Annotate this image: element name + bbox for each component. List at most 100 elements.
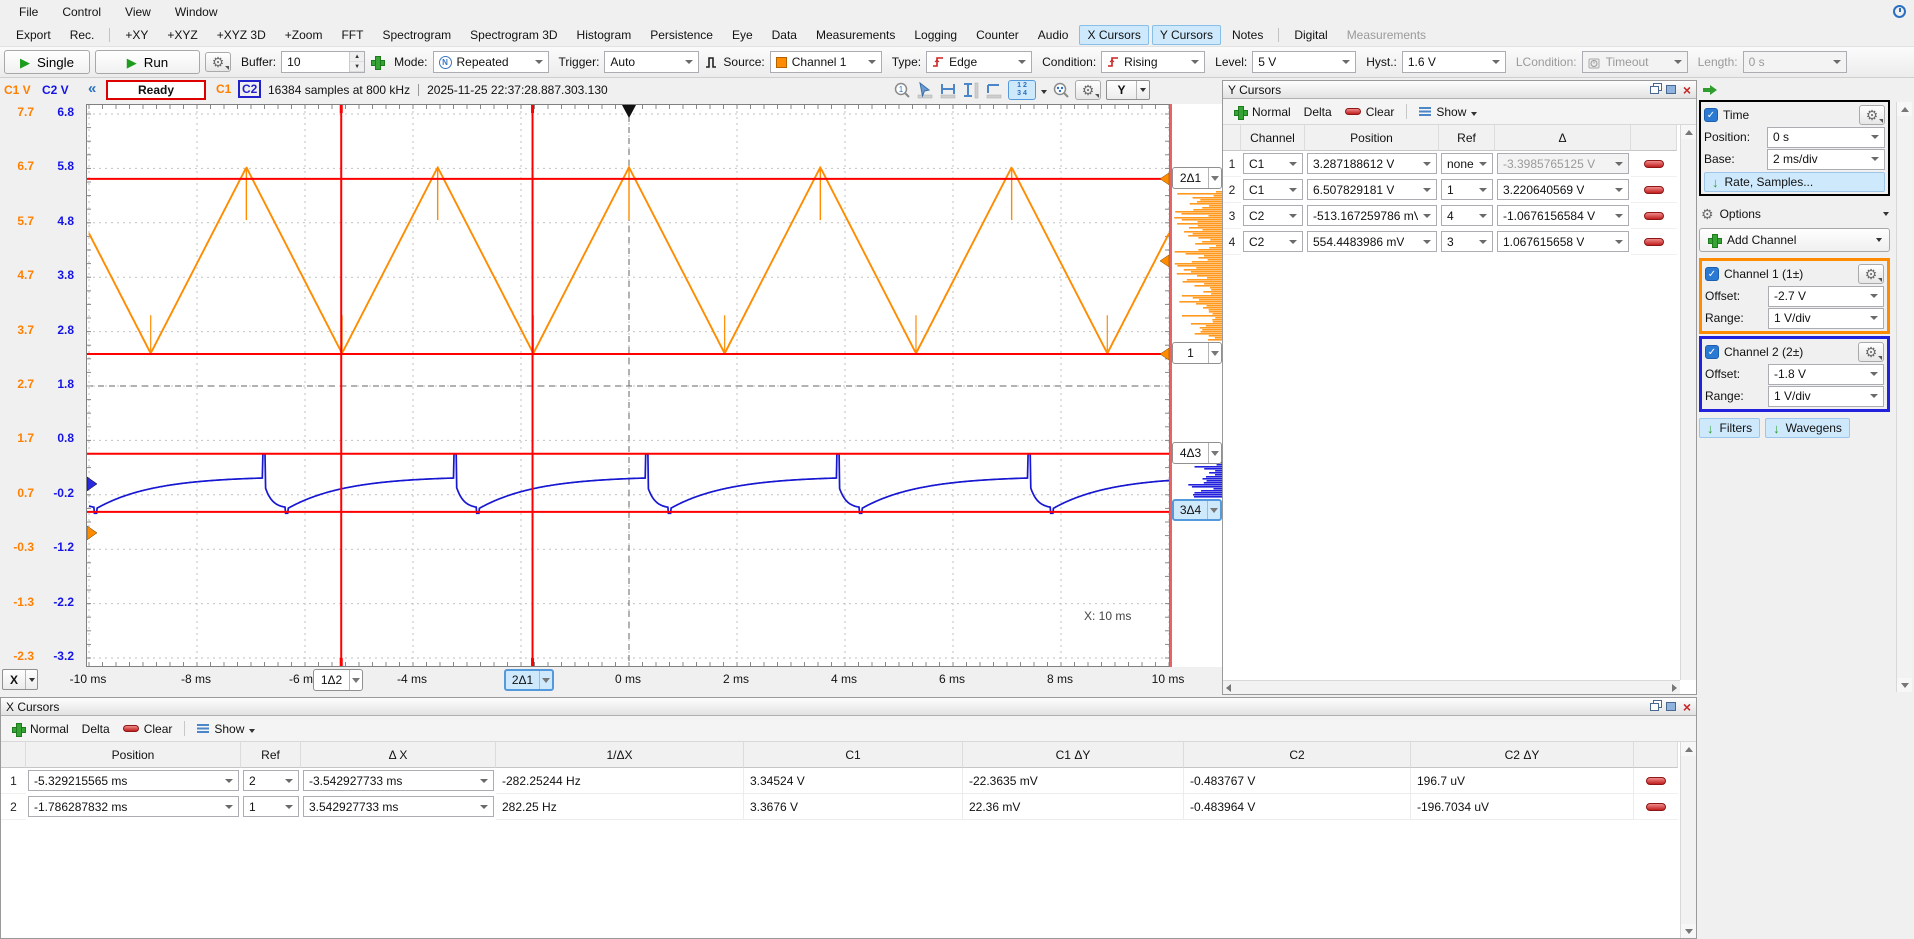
view-tab-histogram[interactable]: Histogram	[569, 25, 640, 45]
view-tab--xyz[interactable]: +XYZ	[159, 25, 205, 45]
cursor-delta-x-select[interactable]: 3.542927733 ms	[303, 796, 494, 817]
cursor-delta-select[interactable]: 1.067615658 V	[1497, 231, 1629, 252]
c2-badge[interactable]: C2	[238, 80, 261, 98]
cursor-delta-select[interactable]: 3.220640569 V	[1497, 179, 1629, 200]
close-icon[interactable]: ×	[1683, 84, 1691, 96]
y-cursor-marker-4[interactable]: 4Δ3	[1172, 442, 1222, 464]
source-select[interactable]: Channel 1	[770, 51, 882, 73]
view-tab-export[interactable]: Export	[8, 25, 59, 45]
view-tab--xyz-3d[interactable]: +XYZ 3D	[209, 25, 274, 45]
pointer-select-icon[interactable]	[916, 81, 934, 99]
view-tab-spectrogram-3d[interactable]: Spectrogram 3D	[462, 25, 565, 45]
channel2-gear-button[interactable]: ⚙	[1858, 342, 1884, 362]
cursor-ref-select[interactable]: 4	[1441, 205, 1493, 226]
menu-window[interactable]: Window	[164, 2, 229, 22]
view-tab-rec-[interactable]: Rec.	[62, 25, 103, 45]
hysteresis-select[interactable]: 1.6 V	[1402, 51, 1506, 73]
cursor-delta-select[interactable]: -1.0676156584 V	[1497, 205, 1629, 226]
view-tab-audio[interactable]: Audio	[1030, 25, 1077, 45]
add-icon[interactable]	[370, 55, 384, 69]
corner-measure-icon[interactable]	[985, 81, 1003, 99]
remove-cursor-button[interactable]	[1644, 160, 1664, 168]
menu-file[interactable]: File	[8, 2, 49, 22]
view-tab-counter[interactable]: Counter	[968, 25, 1027, 45]
view-tab-data[interactable]: Data	[764, 25, 805, 45]
cursor-channel-select[interactable]: C1	[1243, 153, 1303, 174]
y-cursor-marker-1[interactable]: 1	[1172, 342, 1222, 364]
y-cursor-marker-3[interactable]: 3Δ4	[1172, 499, 1222, 521]
quad-view-button[interactable]: 1 23 4	[1008, 80, 1036, 100]
time-checkbox[interactable]: ✓	[1704, 108, 1718, 122]
cursor-channel-select[interactable]: C2	[1243, 205, 1303, 226]
buffer-spinner[interactable]: 10 ▲▼	[281, 51, 365, 73]
cursor-ref-select[interactable]: none	[1441, 153, 1493, 174]
cursor-position-select[interactable]: -513.167259786 mV	[1307, 205, 1437, 226]
wavegens-button[interactable]: ↓Wavegens	[1765, 418, 1850, 438]
channel1-gear-button[interactable]: ⚙	[1858, 264, 1884, 284]
menu-view[interactable]: View	[114, 2, 162, 22]
x-cursor-marker-2[interactable]: 2Δ1	[504, 669, 554, 691]
rate-samples-button[interactable]: ↓Rate, Samples...	[1704, 172, 1885, 192]
view-tab-fft[interactable]: FFT	[333, 25, 371, 45]
chevron-down-icon[interactable]	[1041, 90, 1047, 94]
time-gear-button[interactable]: ⚙	[1859, 105, 1885, 125]
cursor-delta-select[interactable]: -3.3985765125 V	[1497, 153, 1629, 174]
type-select[interactable]: Edge	[926, 51, 1032, 73]
sidebar-scrollbar[interactable]	[1896, 102, 1912, 692]
clear-cursors-button[interactable]: Clear	[1341, 103, 1399, 121]
menu-control[interactable]: Control	[51, 2, 112, 22]
cursor-delta-x-select[interactable]: -3.542927733 ms	[303, 770, 494, 791]
channel2-range-select[interactable]: 1 V/div	[1768, 386, 1884, 407]
single-button[interactable]: ▶Single	[4, 50, 90, 74]
time-base-select[interactable]: 2 ms/div	[1767, 149, 1885, 170]
restore-icon[interactable]	[1650, 703, 1659, 711]
condition-select[interactable]: Rising	[1101, 51, 1205, 73]
zoom-to-icon[interactable]: 1	[893, 81, 911, 99]
time-position-select[interactable]: 0 s	[1767, 127, 1885, 148]
show-menu-button[interactable]: Show	[193, 720, 259, 738]
channel1-range-select[interactable]: 1 V/div	[1768, 308, 1884, 329]
plot-settings-gear-button[interactable]: ⚙	[1075, 80, 1101, 100]
zoom-options-icon[interactable]	[1052, 81, 1070, 99]
view-tab-logging[interactable]: Logging	[906, 25, 965, 45]
channel1-checkbox[interactable]: ✓	[1705, 267, 1719, 281]
view-tab--zoom[interactable]: +Zoom	[277, 25, 331, 45]
cursor-channel-select[interactable]: C1	[1243, 179, 1303, 200]
cursor-ref-select[interactable]: 1	[243, 796, 299, 817]
restore-icon[interactable]	[1650, 86, 1659, 94]
collapse-left-icon[interactable]: «	[88, 80, 96, 97]
view-tab-x-cursors[interactable]: X Cursors	[1079, 25, 1148, 45]
horizontal-measure-icon[interactable]	[939, 81, 957, 99]
y-axis-button[interactable]: Y	[1106, 80, 1150, 100]
y-cursors-titlebar[interactable]: Y Cursors ×	[1223, 81, 1696, 99]
channel2-offset-select[interactable]: -1.8 V	[1768, 364, 1884, 385]
length-select[interactable]: 0 s	[1743, 51, 1847, 73]
close-icon[interactable]: ×	[1683, 701, 1691, 713]
view-tab-eye[interactable]: Eye	[724, 25, 761, 45]
options-row[interactable]: ⚙Options	[1701, 204, 1889, 224]
waveform-plot[interactable]: X: 10 ms	[86, 104, 1170, 667]
view-tab-measurements[interactable]: Measurements	[1339, 25, 1434, 45]
buffer-gear-button[interactable]: ⚙	[205, 52, 231, 72]
view-tab-digital[interactable]: Digital	[1286, 25, 1335, 45]
remove-cursor-button[interactable]	[1644, 238, 1664, 246]
clear-cursors-button[interactable]: Clear	[119, 720, 177, 738]
add-normal-cursor-button[interactable]: Normal	[1229, 103, 1295, 121]
mode-select[interactable]: NRepeated	[433, 51, 549, 73]
view-tab-persistence[interactable]: Persistence	[642, 25, 721, 45]
cursor-position-select[interactable]: 3.287188612 V	[1307, 153, 1437, 174]
add-delta-cursor-button[interactable]: Delta	[78, 720, 114, 738]
remove-cursor-button[interactable]	[1646, 803, 1666, 811]
add-channel-button[interactable]: Add Channel	[1699, 228, 1890, 252]
c1-badge[interactable]: C1	[216, 82, 231, 96]
remove-cursor-button[interactable]	[1646, 777, 1666, 785]
remove-cursor-button[interactable]	[1644, 212, 1664, 220]
vertical-scrollbar[interactable]	[1680, 742, 1696, 938]
run-button[interactable]: ▶Run	[95, 50, 200, 74]
x-cursors-titlebar[interactable]: X Cursors ×	[1, 698, 1696, 716]
channel2-checkbox[interactable]: ✓	[1705, 345, 1719, 359]
maximize-icon[interactable]	[1666, 85, 1676, 94]
cursor-position-select[interactable]: 6.507829181 V	[1307, 179, 1437, 200]
add-delta-cursor-button[interactable]: Delta	[1300, 103, 1336, 121]
cursor-position-select[interactable]: 554.4483986 mV	[1307, 231, 1437, 252]
